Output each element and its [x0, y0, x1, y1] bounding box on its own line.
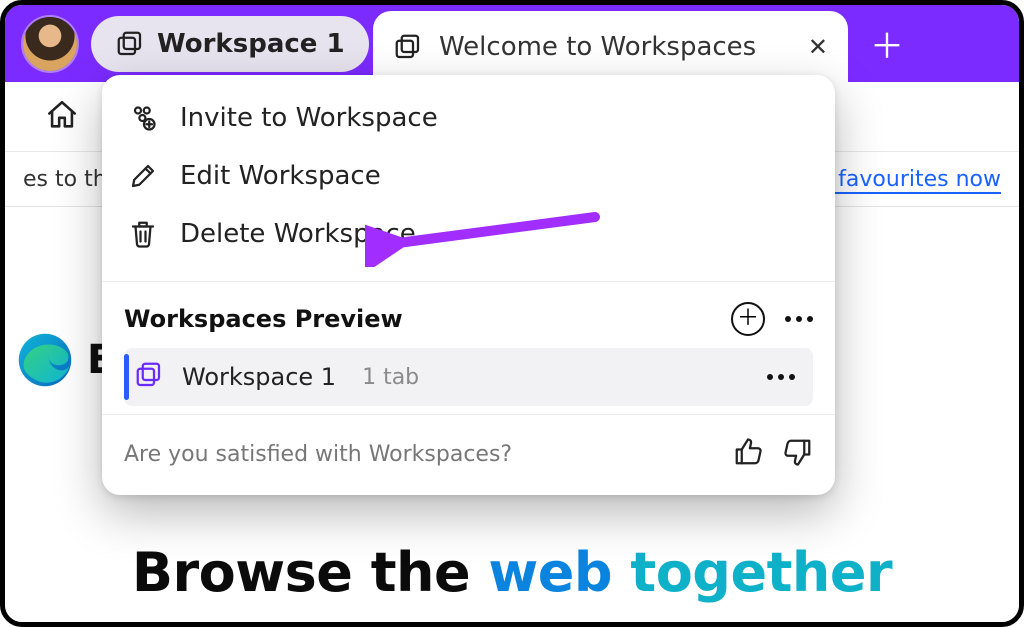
feedback-question: Are you satisfied with Workspaces? [124, 442, 713, 467]
menu-item-delete[interactable]: Delete Workspace [110, 205, 827, 263]
new-tab-button[interactable]: ＋ [863, 19, 911, 67]
feedback-row: Are you satisfied with Workspaces? [102, 414, 835, 495]
edge-logo-icon [17, 332, 73, 388]
workspace-icon [134, 360, 164, 394]
pencil-icon [128, 161, 158, 191]
home-icon [45, 98, 79, 132]
menu-label: Invite to Workspace [180, 103, 438, 133]
tab-title: Welcome to Workspaces [439, 32, 792, 62]
menu-item-invite[interactable]: Invite to Workspace [110, 89, 827, 147]
workspace-tab-count: 1 tab [362, 365, 749, 390]
headline-part-teal: together [630, 541, 892, 604]
browser-window: Workspace 1 Welcome to Workspaces ✕ ＋ es… [0, 0, 1024, 627]
close-tab-button[interactable]: ✕ [808, 33, 828, 61]
menu-label: Delete Workspace [180, 219, 416, 249]
menu-label: Edit Workspace [180, 161, 381, 191]
workspace-row-more-button[interactable] [767, 374, 795, 380]
trash-icon [128, 219, 158, 249]
workspace-menu: Invite to Workspace Edit Workspace Delet… [102, 75, 835, 281]
menu-item-edit[interactable]: Edit Workspace [110, 147, 827, 205]
thumbs-up-icon [733, 437, 763, 467]
thumbs-down-button[interactable] [783, 437, 813, 471]
more-button[interactable] [785, 316, 813, 322]
home-button[interactable] [45, 98, 79, 136]
profile-avatar[interactable] [23, 17, 77, 71]
workspace-row[interactable]: Workspace 1 1 tab [124, 348, 813, 406]
workspace-name: Workspace 1 [182, 363, 336, 391]
browser-tab[interactable]: Welcome to Workspaces ✕ [373, 11, 848, 82]
headline-part-plain: Browse the [132, 541, 489, 604]
headline-part-blue: web [488, 541, 630, 604]
people-add-icon [128, 103, 158, 133]
workspace-icon [393, 32, 423, 62]
workspace-icon [115, 29, 145, 59]
workspace-chip-label: Workspace 1 [157, 29, 345, 59]
page-headline: Browse the web together [5, 541, 1019, 604]
edge-brand-row: E [17, 332, 114, 388]
add-workspace-button[interactable]: ＋ [731, 302, 765, 336]
workspace-chip[interactable]: Workspace 1 [91, 16, 369, 72]
thumbs-down-icon [783, 437, 813, 467]
workspace-popover: Invite to Workspace Edit Workspace Delet… [102, 75, 835, 495]
favourites-link[interactable]: e favourites now [818, 167, 1001, 192]
thumbs-up-button[interactable] [733, 437, 763, 471]
workspaces-preview-section: Workspaces Preview ＋ Workspace 1 1 tab [102, 282, 835, 414]
workspaces-preview-header: Workspaces Preview ＋ [124, 302, 813, 336]
workspaces-preview-title: Workspaces Preview [124, 305, 711, 333]
